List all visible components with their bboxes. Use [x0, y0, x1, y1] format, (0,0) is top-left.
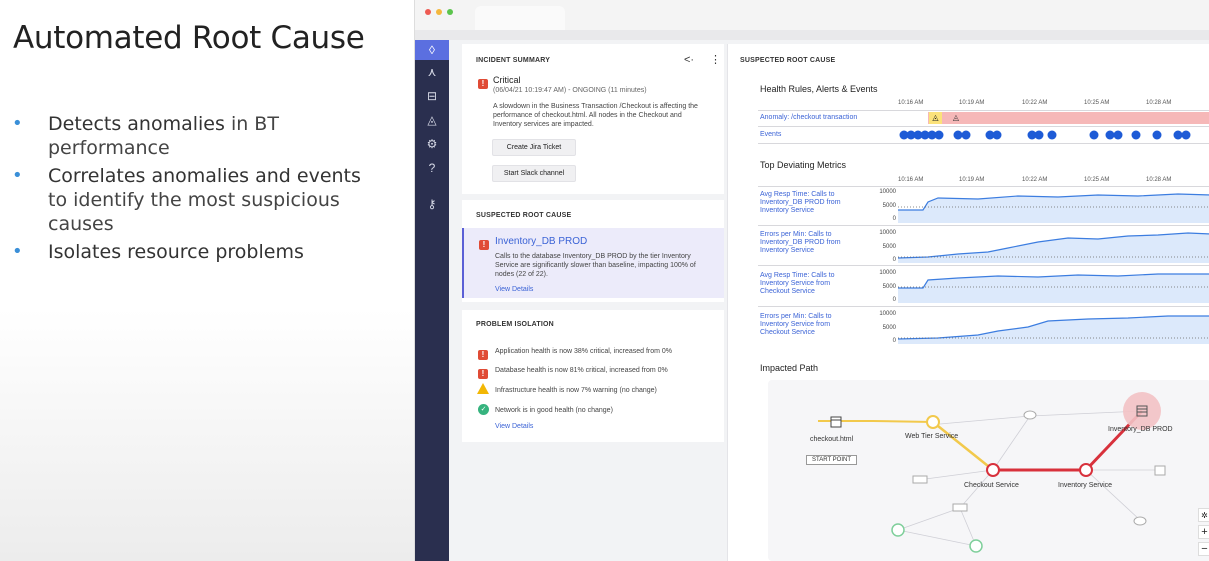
- metric-sparkline[interactable]: [898, 270, 1209, 303]
- slide-title: Automated Root Cause: [13, 20, 365, 56]
- node-label-checkout-html[interactable]: checkout.html: [810, 436, 853, 443]
- metric-label[interactable]: Avg Resp Time: Calls to Inventory Service…: [760, 272, 835, 296]
- impacted-path-title: Impacted Path: [760, 363, 819, 373]
- nav-help-icon[interactable]: ?: [415, 158, 449, 178]
- browser-tab[interactable]: [475, 6, 565, 30]
- critical-icon: !: [478, 346, 488, 364]
- bullet-dot-icon: •: [12, 241, 23, 262]
- node-label-inventory-db[interactable]: Inventory_DB PROD: [1108, 426, 1173, 433]
- check-icon: ✓: [478, 404, 489, 415]
- root-cause-description: Calls to the database Inventory_DB PROD …: [495, 253, 696, 278]
- start-slack-channel-button[interactable]: Start Slack channel: [492, 165, 576, 182]
- events-row-label[interactable]: Events: [760, 131, 781, 139]
- bullet-item: • Isolates resource problems: [12, 241, 304, 263]
- nav-droplet-icon[interactable]: ◊: [415, 40, 449, 60]
- app-window: ◊ ⋏ ⊟ ◬ ⚙ ? ⚷ INCIDENT SUMMARY <· ⋮ ! Cr…: [414, 0, 1209, 561]
- critical-icon: !: [478, 365, 488, 383]
- nav-dashboard-icon[interactable]: ⊟: [415, 86, 449, 106]
- impacted-path-map[interactable]: checkout.html START POINT Web Tier Servi…: [768, 380, 1209, 561]
- isolation-item: Application health is now 38% critical, …: [495, 348, 673, 355]
- minimize-dot-icon[interactable]: [436, 9, 442, 15]
- detail-panel-title: SUSPECTED ROOT CAUSE: [740, 57, 836, 64]
- time-tick: 10:16 AM: [898, 100, 924, 106]
- bullet-dot-icon: •: [12, 165, 23, 186]
- isolation-item: Network is in good health (no change): [495, 407, 613, 414]
- nav-settings-icon[interactable]: ⚙: [415, 134, 449, 154]
- nav-alert-icon[interactable]: ◬: [415, 110, 449, 130]
- bullet-item: • Correlates anomalies and events to ide…: [12, 165, 361, 235]
- side-navigation: ◊ ⋏ ⊟ ◬ ⚙ ? ⚷: [415, 40, 449, 561]
- alert-marker-icon[interactable]: ◬: [929, 112, 942, 124]
- zoom-out-button[interactable]: −: [1198, 542, 1209, 556]
- incident-timestamp: (06/04/21 10:19:47 AM) - ONGOING (11 min…: [493, 87, 647, 94]
- node-label-web-tier[interactable]: Web Tier Service: [905, 433, 958, 440]
- incident-summary-panel: INCIDENT SUMMARY <· ⋮ ! Critical (06/04/…: [462, 44, 724, 194]
- time-tick: 10:25 AM: [1084, 100, 1110, 106]
- metric-label[interactable]: Errors per Min: Calls to Inventory Servic…: [760, 313, 832, 337]
- nav-chart-icon[interactable]: ⋏: [415, 62, 449, 82]
- close-dot-icon[interactable]: [425, 9, 431, 15]
- bullet-dot-icon: •: [12, 113, 23, 134]
- maximize-dot-icon[interactable]: [447, 9, 453, 15]
- bullet-item: • Detects anomalies in BT performance: [12, 113, 279, 159]
- root-cause-name[interactable]: Inventory_DB PROD: [495, 236, 587, 247]
- suspected-root-cause-detail-panel: SUSPECTED ROOT CAUSE Health Rules, Alert…: [727, 44, 1209, 561]
- isolation-item: Infrastructure health is now 7% warning …: [495, 387, 657, 394]
- critical-icon: !: [478, 75, 488, 93]
- metric-label[interactable]: Errors per Min: Calls to Inventory_DB PRO…: [760, 231, 841, 255]
- time-tick: 10:19 AM: [959, 100, 985, 106]
- problem-isolation-panel: PROBLEM ISOLATION ! Application health i…: [462, 310, 724, 442]
- time-tick: 10:25 AM: [1084, 177, 1110, 183]
- health-rules-title: Health Rules, Alerts & Events: [760, 84, 878, 94]
- create-jira-ticket-button[interactable]: Create Jira Ticket: [492, 139, 576, 156]
- node-label-inventory-service[interactable]: Inventory Service: [1058, 482, 1112, 489]
- metric-sparkline[interactable]: [898, 190, 1209, 223]
- bullet-list: • Detects anomalies in BT performance • …: [12, 112, 382, 268]
- time-tick: 10:22 AM: [1022, 177, 1048, 183]
- time-tick: 10:28 AM: [1146, 100, 1172, 106]
- severity-label: Critical: [493, 75, 521, 85]
- time-tick: 10:16 AM: [898, 177, 924, 183]
- nav-key-icon[interactable]: ⚷: [415, 194, 449, 214]
- problem-isolation-title: PROBLEM ISOLATION: [476, 321, 554, 328]
- center-map-icon[interactable]: ✲: [1198, 508, 1209, 522]
- suspected-root-cause-title: SUSPECTED ROOT CAUSE: [476, 212, 572, 219]
- top-deviating-metrics-title: Top Deviating Metrics: [760, 160, 847, 170]
- isolation-item: Database health is now 81% critical, inc…: [495, 367, 668, 374]
- start-point-badge: START POINT: [806, 455, 858, 465]
- metric-sparkline[interactable]: [898, 311, 1209, 344]
- zoom-in-button[interactable]: +: [1198, 525, 1209, 539]
- metric-sparkline[interactable]: [898, 230, 1209, 263]
- anomaly-row-label[interactable]: Anomaly: /checkout transaction: [760, 114, 857, 122]
- more-options-icon[interactable]: ⋮: [710, 53, 721, 66]
- incident-summary-title: INCIDENT SUMMARY: [476, 57, 551, 64]
- incident-description: A slowdown in the Business Transaction /…: [493, 103, 698, 128]
- root-cause-card[interactable]: ! Inventory_DB PROD Calls to the databas…: [462, 228, 724, 298]
- events-timeline[interactable]: [898, 128, 1209, 142]
- share-icon[interactable]: <·: [684, 54, 694, 66]
- browser-chrome: [415, 0, 1209, 30]
- view-details-link[interactable]: View Details: [495, 423, 533, 430]
- flow-map-edges: [818, 392, 1166, 553]
- browser-toolbar: [415, 30, 1209, 40]
- alert-marker-icon[interactable]: ◬: [950, 112, 962, 124]
- suspected-root-cause-panel: SUSPECTED ROOT CAUSE ! Inventory_DB PROD…: [462, 200, 724, 302]
- time-tick: 10:19 AM: [959, 177, 985, 183]
- warning-icon: [477, 383, 489, 394]
- node-label-checkout-service[interactable]: Checkout Service: [964, 482, 1019, 489]
- critical-icon: !: [479, 236, 489, 254]
- view-details-link[interactable]: View Details: [495, 286, 533, 293]
- metric-label[interactable]: Avg Resp Time: Calls to Inventory_DB PROD…: [760, 191, 841, 215]
- anomaly-bar[interactable]: [928, 112, 1209, 124]
- time-tick: 10:22 AM: [1022, 100, 1048, 106]
- time-tick: 10:28 AM: [1146, 177, 1172, 183]
